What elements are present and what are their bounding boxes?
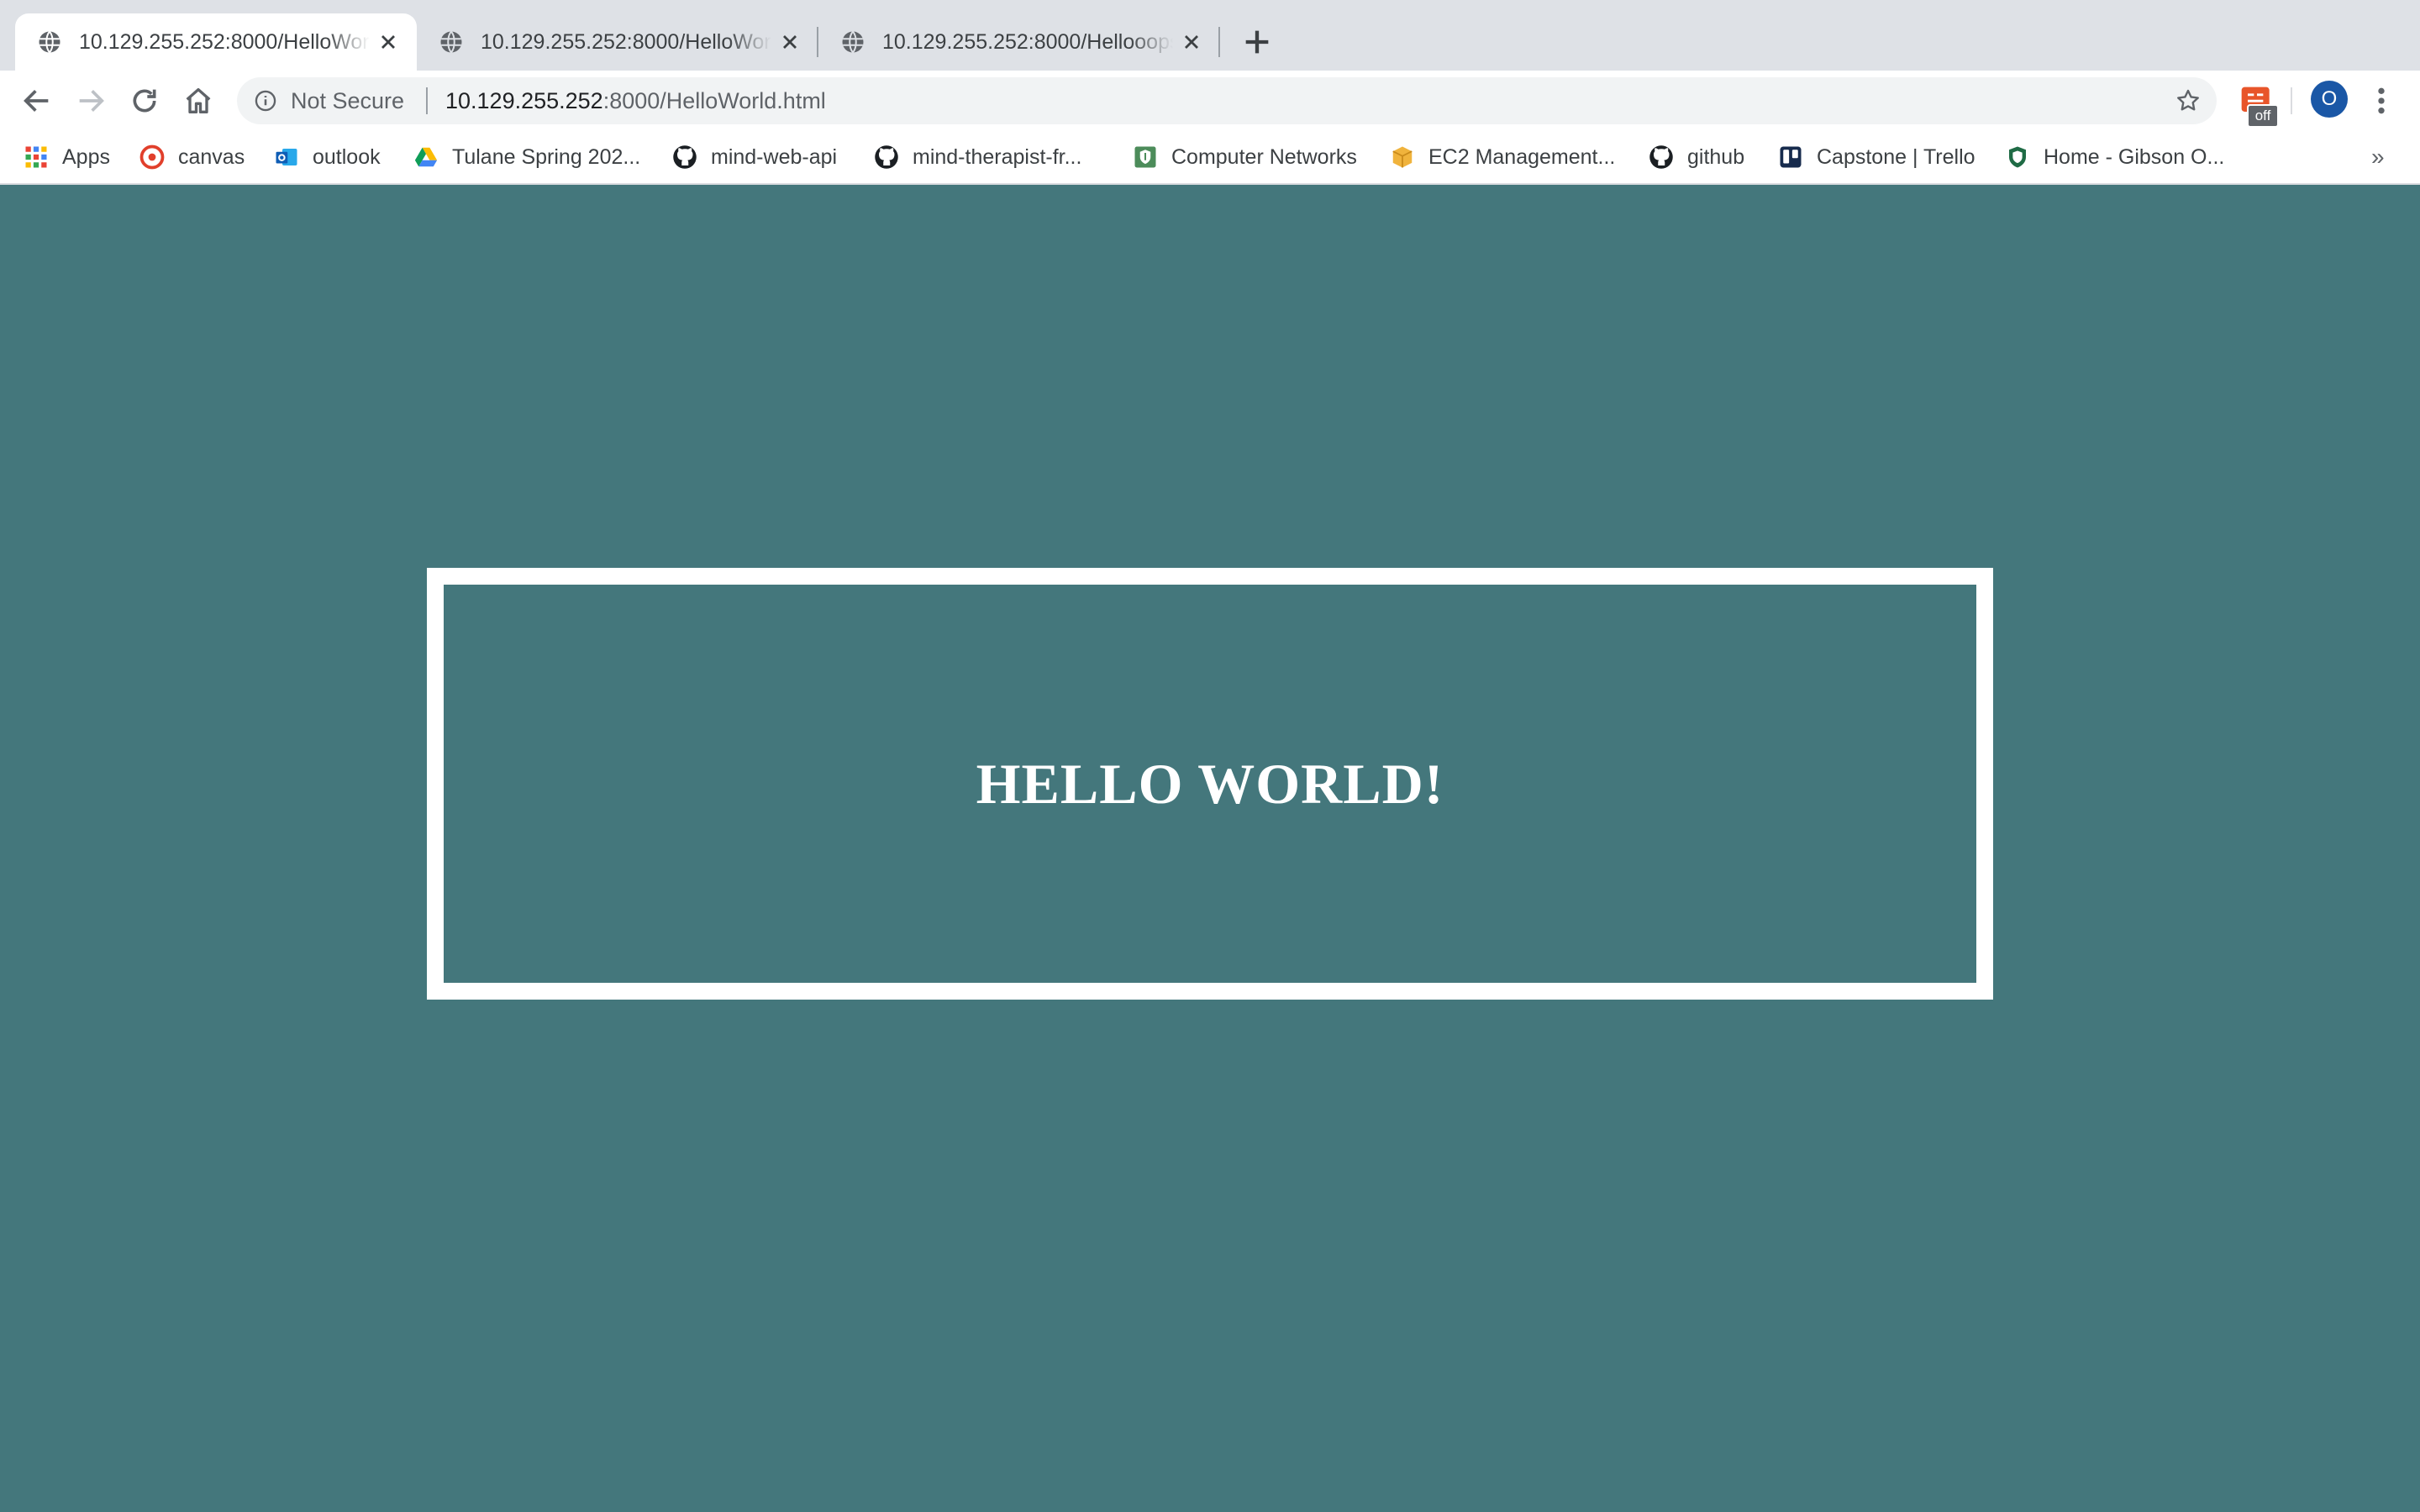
url-host: 10.129.255.252 — [445, 88, 603, 113]
google-drive-icon — [414, 147, 438, 167]
browser-toolbar: Not Secure 10.129.255.252:8000/HelloWorl… — [0, 71, 2420, 131]
bookmark-label: Tulane Spring 202... — [452, 144, 641, 169]
bookmark-capstone-trello[interactable]: Capstone | Trello — [1778, 131, 1975, 183]
shield-icon — [2009, 146, 2026, 168]
aws-box-icon — [1392, 146, 1413, 168]
globe-icon — [842, 30, 864, 54]
kebab-menu-icon[interactable] — [2371, 84, 2391, 118]
bookmark-label: Home - Gibson O... — [2044, 144, 2225, 169]
bookmark-github[interactable]: github — [1649, 131, 1744, 183]
url-path: :8000/HelloWorld.html — [602, 88, 826, 113]
github-icon — [1649, 145, 1673, 169]
profile-avatar[interactable]: O — [2311, 81, 2348, 118]
bookmark-label: Computer Networks — [1171, 144, 1357, 169]
tab-strip: 10.129.255.252:8000/HelloWorld.html 10.1… — [0, 0, 2420, 71]
close-icon[interactable] — [778, 30, 802, 54]
page-heading: HELLO WORLD! — [976, 751, 1444, 816]
globe-icon — [440, 30, 462, 54]
url-text[interactable]: 10.129.255.252:8000/HelloWorld.html — [445, 77, 826, 124]
forward-arrow-icon[interactable] — [74, 84, 108, 118]
bookmark-computer-networks[interactable]: Computer Networks — [1133, 131, 1357, 183]
tab-helloworld-active[interactable]: 10.129.255.252:8000/HelloWorld.html — [15, 13, 417, 71]
tab-helloworld-2[interactable]: 10.129.255.252:8000/HelloWorld.html — [417, 13, 818, 71]
info-icon[interactable] — [254, 89, 277, 113]
bookmark-label: canvas — [178, 144, 245, 169]
tab-title: 10.129.255.252:8000/HelloWorld.html — [79, 29, 370, 54]
bookmarks-bar: Apps canvas outlook Tulane Spring 202...… — [0, 131, 2420, 185]
extension-badge: off — [2247, 104, 2279, 128]
bookmark-home-gibson[interactable]: Home - Gibson O... — [2005, 131, 2224, 183]
bookmarks-overflow-button[interactable]: » — [2371, 131, 2385, 183]
tab-hellooops[interactable]: 10.129.255.252:8000/Hellooops.html — [818, 13, 1220, 71]
bookmark-tulane-spring[interactable]: Tulane Spring 202... — [413, 131, 640, 183]
tab-title: 10.129.255.252:8000/Hellooops.html — [882, 29, 1173, 54]
bookmark-label: Apps — [62, 144, 110, 169]
hello-frame-inner: HELLO WORLD! — [444, 585, 1976, 983]
hello-frame: HELLO WORLD! — [427, 568, 1993, 1000]
reload-icon[interactable] — [128, 84, 161, 118]
bookmark-apps[interactable]: Apps — [24, 131, 110, 183]
address-separator — [426, 87, 428, 114]
new-tab-plus-icon[interactable] — [1240, 25, 1274, 59]
back-arrow-icon[interactable] — [20, 84, 54, 118]
address-bar[interactable]: Not Secure 10.129.255.252:8000/HelloWorl… — [237, 77, 2217, 124]
bookmark-label: github — [1687, 144, 1745, 169]
security-status[interactable]: Not Secure — [291, 77, 404, 124]
bookmark-canvas[interactable]: canvas — [139, 131, 245, 183]
close-icon[interactable] — [1180, 30, 1203, 54]
tab-separator — [1218, 27, 1220, 57]
github-icon — [673, 145, 697, 169]
bookmark-mind-therapist[interactable]: mind-therapist-fr... — [874, 131, 1081, 183]
close-icon[interactable] — [376, 30, 400, 54]
trello-icon — [1780, 146, 1802, 168]
home-icon[interactable] — [182, 84, 215, 118]
bookmark-ec2-management[interactable]: EC2 Management... — [1390, 131, 1615, 183]
shield-icon — [1134, 146, 1156, 168]
bookmark-label: mind-web-api — [711, 144, 838, 169]
bookmark-label: EC2 Management... — [1428, 144, 1616, 169]
bookmark-star-icon[interactable] — [2175, 87, 2202, 114]
outlook-icon — [276, 149, 297, 165]
apps-grid-icon — [25, 146, 47, 168]
github-icon — [875, 145, 898, 169]
globe-icon — [39, 30, 60, 54]
page-viewport: HELLO WORLD! — [0, 185, 2420, 1512]
bookmark-label: Capstone | Trello — [1817, 144, 1975, 169]
bookmark-label: outlook — [313, 144, 381, 169]
toolbar-separator — [2291, 87, 2292, 114]
canvas-icon — [139, 144, 165, 170]
tab-title: 10.129.255.252:8000/HelloWorld.html — [481, 29, 771, 54]
bookmark-label: mind-therapist-fr... — [913, 144, 1082, 169]
bookmark-mind-web-api[interactable]: mind-web-api — [672, 131, 837, 183]
bookmark-outlook[interactable]: outlook — [274, 131, 381, 183]
